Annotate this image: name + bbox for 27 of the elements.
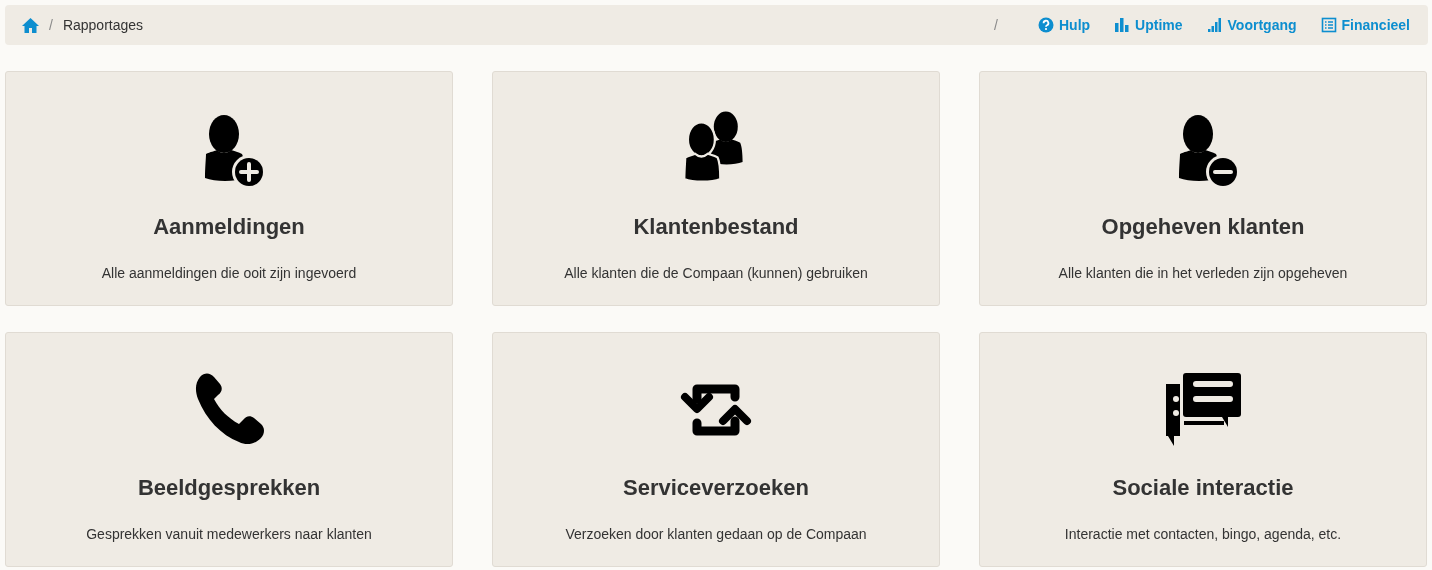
tile-description: Verzoeken door klanten gedaan op de Compaan (565, 525, 867, 544)
tile-title: Aanmeldingen (153, 213, 305, 241)
report-tile[interactable]: Sociale interactie Interactie met contacten, bingo, agenda, etc. (979, 332, 1427, 567)
report-tile[interactable]: Serviceverzoeken Verzoeken door klanten gedaan op de Compaan (492, 332, 940, 567)
help-icon (1038, 17, 1054, 33)
tile-title: Klantenbestand (633, 213, 799, 241)
tile-title: Serviceverzoeken (623, 474, 809, 502)
report-tile[interactable]: Opgeheven klanten Alle klanten die in het verleden zijn opgeheven (979, 71, 1427, 306)
signal-icon (1206, 17, 1223, 33)
report-tile[interactable]: Aanmeldingen Alle aanmeldingen die ooit zijn ingevoerd (5, 71, 453, 306)
report-tile[interactable]: Beeldgesprekken Gesprekken vanuit medewerkers naar klanten (5, 332, 453, 567)
tile-description: Alle klanten die in het verleden zijn opgeheven (1058, 264, 1348, 283)
breadcrumb-current: Rapportages (62, 15, 144, 35)
tile-title: Beeldgesprekken (137, 474, 321, 502)
breadcrumb-divider: / (49, 15, 53, 35)
tile-title: Sociale interactie (1112, 474, 1294, 502)
nav-divider: / (994, 15, 998, 35)
report-tile[interactable]: Klantenbestand Alle klanten die de Compaan (kunnen) gebruiken (492, 71, 940, 306)
home-icon (22, 17, 39, 33)
tile-description: Gesprekken vanuit medewerkers naar klanten (86, 525, 372, 544)
tile-title: Opgeheven klanten (1101, 213, 1305, 241)
tile-description: Alle klanten die de Compaan (kunnen) gebruiken (564, 264, 868, 283)
list-icon (1320, 17, 1337, 33)
tile-description: Alle aanmeldingen die ooit zijn ingevoerd (101, 264, 357, 283)
tile-description: Interactie met contacten, bingo, agenda, etc. (1064, 525, 1342, 544)
home-link[interactable] (22, 17, 39, 33)
bar-chart-icon (1114, 17, 1131, 33)
